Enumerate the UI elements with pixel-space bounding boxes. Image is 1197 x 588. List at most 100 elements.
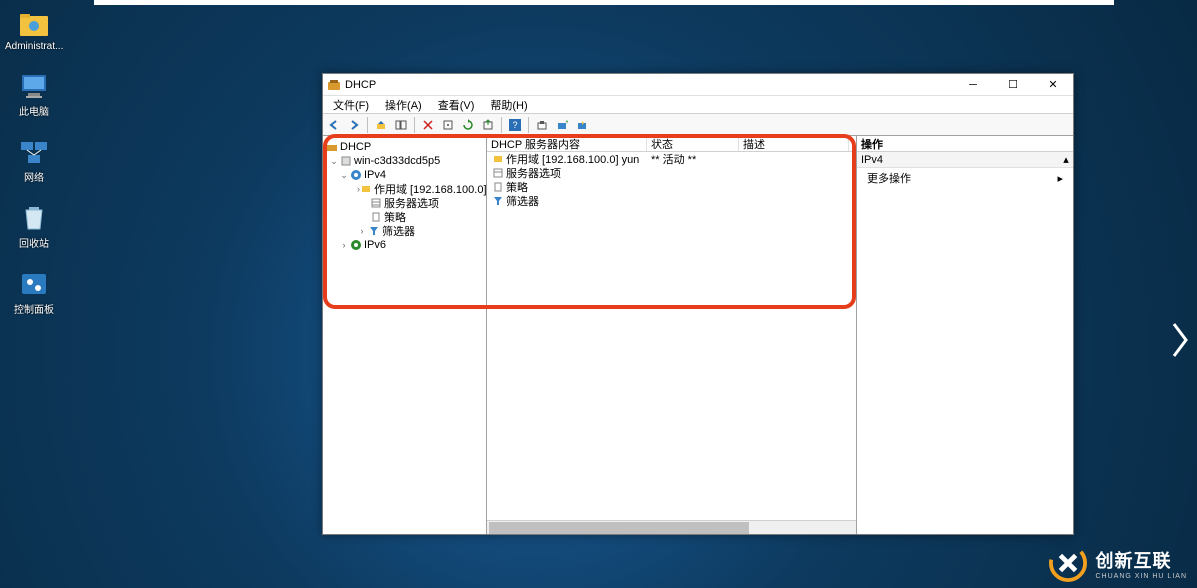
options-icon [491,167,504,180]
scope-icon [491,153,504,166]
ipv4-icon [349,169,362,182]
menu-action[interactable]: 操作(A) [379,96,428,114]
actions-header: 操作 [857,136,1073,152]
watermark-title: 创新互联 [1095,547,1187,573]
tree-scope[interactable]: › 作用域 [192.168.100.0] yun [323,182,486,196]
desktop-icon-label: 回收站 [19,235,49,250]
desktop-icons: Administrat... 此电脑 网络 回收站 控制面板 [4,10,64,316]
desktop-icon-this-pc[interactable]: 此电脑 [4,72,64,118]
svg-text:?: ? [512,120,517,130]
recycle-bin-icon [18,204,50,232]
desktop-icon-network[interactable]: 网络 [4,138,64,184]
actions-sub-label: IPv4 [861,154,883,166]
menu-view[interactable]: 查看(V) [432,96,481,114]
desktop-icon-label: 网络 [24,169,44,184]
collapse-icon[interactable]: ⌄ [329,156,339,167]
menu-help[interactable]: 帮助(H) [484,96,533,114]
menu-file[interactable]: 文件(F) [327,96,375,114]
desktop-icon-label: 此电脑 [19,103,49,118]
filter-icon [367,225,380,238]
desktop-icon-administrator[interactable]: Administrat... [4,10,64,52]
toolbar: ? + [323,114,1073,136]
list-row-filter[interactable]: 筛选器 [487,194,856,208]
actions-more-label: 更多操作 [867,170,911,186]
actions-more[interactable]: 更多操作 ▸ [857,168,1073,188]
dhcp-app-icon [327,78,341,92]
list-row-server-options[interactable]: 服务器选项 [487,166,856,180]
list-row-scope[interactable]: 作用域 [192.168.100.0] yun ** 活动 ** [487,152,856,166]
scope-icon [360,183,372,196]
policy-icon [491,181,504,194]
up-button[interactable] [372,116,390,134]
desktop-icon-control-panel[interactable]: 控制面板 [4,270,64,316]
show-hide-tree-button[interactable] [392,116,410,134]
cell-status: ** 活动 ** [647,152,739,167]
next-slide-button[interactable] [1167,300,1193,380]
bind-button[interactable] [533,116,551,134]
close-button[interactable]: ✕ [1033,75,1073,95]
tree-server[interactable]: ⌄ win-c3d33dcd5p5 [323,154,486,168]
watermark: 创新互联 CHUANG XIN HU LIAN [1049,544,1187,582]
forward-button[interactable] [345,116,363,134]
column-status[interactable]: 状态 [647,136,739,151]
horizontal-scrollbar[interactable] [487,520,856,534]
list-pane: DHCP 服务器内容 状态 描述 作用域 [192.168.100.0] yun… [487,136,857,534]
tree-pane[interactable]: DHCP ⌄ win-c3d33dcd5p5 ⌄ IPv4 › 作用域 [192… [323,136,487,534]
tree-label: DHCP [340,141,371,153]
chevron-right-icon: ▸ [1057,172,1063,185]
tree-filter[interactable]: › 筛选器 [323,224,486,238]
collapse-icon[interactable]: ⌄ [339,170,349,181]
desktop-icon-recycle-bin[interactable]: 回收站 [4,204,64,250]
help-button[interactable]: ? [506,116,524,134]
tree-label: IPv4 [364,169,386,181]
actions-scope-header[interactable]: IPv4 ▴ [857,152,1073,168]
watermark-logo-icon [1049,544,1087,582]
actions-pane: 操作 IPv4 ▴ 更多操作 ▸ [857,136,1073,534]
tree-ipv6[interactable]: › IPv6 [323,238,486,252]
collapse-arrow-icon[interactable]: ▴ [1059,153,1073,166]
tree-ipv4[interactable]: ⌄ IPv4 [323,168,486,182]
ipv6-icon [349,239,362,252]
list-header: DHCP 服务器内容 状态 描述 [487,136,856,152]
scope-add-button[interactable]: + [553,116,571,134]
expand-icon[interactable]: › [357,226,367,236]
svg-text:+: + [565,119,568,126]
toolbar-separator [501,117,502,133]
network-icon [18,138,50,166]
properties-button[interactable] [439,116,457,134]
tree-server-options[interactable]: 服务器选项 [323,196,486,210]
dhcp-window: DHCP ─ ☐ ✕ 文件(F) 操作(A) 查看(V) 帮助(H) ? + [322,73,1074,535]
expand-icon[interactable]: › [339,240,349,250]
scope-wizard-button[interactable] [573,116,591,134]
toolbar-separator [414,117,415,133]
refresh-button[interactable] [459,116,477,134]
content-area: DHCP ⌄ win-c3d33dcd5p5 ⌄ IPv4 › 作用域 [192… [323,136,1073,534]
toolbar-separator [367,117,368,133]
cell-content: 筛选器 [506,193,539,209]
scrollbar-thumb[interactable] [489,522,749,534]
export-button[interactable] [479,116,497,134]
maximize-button[interactable]: ☐ [993,75,1033,95]
back-button[interactable] [325,116,343,134]
column-desc[interactable]: 描述 [739,136,849,151]
title-bar[interactable]: DHCP ─ ☐ ✕ [323,74,1073,96]
minimize-button[interactable]: ─ [953,75,993,95]
tree-root-dhcp[interactable]: DHCP [323,140,486,154]
list-row-policy[interactable]: 策略 [487,180,856,194]
desktop-icon-label: 控制面板 [14,301,54,316]
dhcp-icon [325,141,338,154]
delete-button[interactable] [419,116,437,134]
tree-label: 筛选器 [382,223,415,239]
watermark-text: 创新互联 CHUANG XIN HU LIAN [1095,547,1187,580]
toolbar-separator [528,117,529,133]
address-bar-fragment [94,0,1114,5]
column-content[interactable]: DHCP 服务器内容 [487,136,647,151]
computer-icon [18,72,50,100]
options-icon [369,197,382,210]
control-panel-icon [18,270,50,298]
desktop-icon-label: Administrat... [5,41,63,52]
tree-label: IPv6 [364,239,386,251]
list-rows: 作用域 [192.168.100.0] yun ** 活动 ** 服务器选项 策… [487,152,856,520]
tree-policy[interactable]: 策略 [323,210,486,224]
window-title: DHCP [345,79,953,91]
